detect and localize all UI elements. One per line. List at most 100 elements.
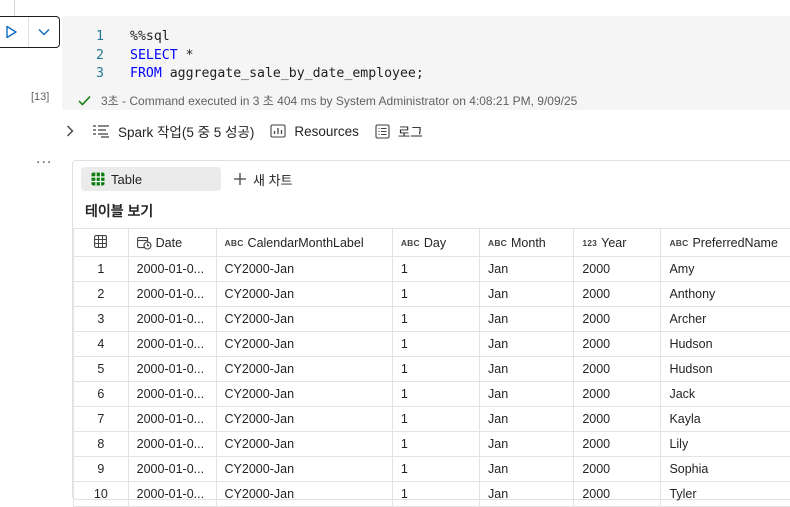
table-cell[interactable]: CY2000-Jan (216, 432, 392, 457)
column-header-day[interactable]: ABCDay (392, 229, 479, 257)
row-index[interactable]: 1 (74, 257, 129, 282)
row-index[interactable]: 10 (74, 482, 129, 507)
table-cell[interactable]: Tyler (661, 482, 790, 507)
table-cell[interactable]: 2000-01-0... (128, 307, 216, 332)
table-cell[interactable]: 2000 (574, 332, 661, 357)
table-cell[interactable]: 1 (392, 457, 479, 482)
table-cell[interactable]: 1 (392, 307, 479, 332)
table-cell[interactable]: 1 (392, 482, 479, 507)
table-row[interactable]: 42000-01-0...CY2000-Jan1Jan2000Hudson (74, 332, 790, 357)
table-cell[interactable]: 2000-01-0... (128, 257, 216, 282)
table-cell[interactable]: CY2000-Jan (216, 282, 392, 307)
run-options-button[interactable] (29, 17, 59, 47)
table-cell[interactable]: 2000 (574, 432, 661, 457)
column-header-year[interactable]: 123Year (574, 229, 661, 257)
table-cell[interactable]: CY2000-Jan (216, 357, 392, 382)
table-cell[interactable]: CY2000-Jan (216, 457, 392, 482)
row-index[interactable]: 9 (74, 457, 129, 482)
table-cell[interactable]: 2000 (574, 282, 661, 307)
select-all-header[interactable] (74, 229, 129, 257)
table-row[interactable]: 52000-01-0...CY2000-Jan1Jan2000Hudson (74, 357, 790, 382)
table-cell[interactable]: CY2000-Jan (216, 332, 392, 357)
table-cell[interactable]: 2000 (574, 257, 661, 282)
column-header-preferredname[interactable]: ABCPreferredName (661, 229, 790, 257)
table-cell[interactable]: 2000-01-0... (128, 482, 216, 507)
table-cell[interactable]: 2000-01-0... (128, 332, 216, 357)
row-index[interactable]: 2 (74, 282, 129, 307)
table-cell[interactable]: Sophia (661, 457, 790, 482)
table-row[interactable]: 92000-01-0...CY2000-Jan1Jan2000Sophia (74, 457, 790, 482)
table-cell[interactable]: Jan (480, 482, 574, 507)
table-cell[interactable]: CY2000-Jan (216, 307, 392, 332)
table-cell[interactable]: Hudson (661, 332, 790, 357)
table-cell[interactable]: CY2000-Jan (216, 482, 392, 507)
table-cell[interactable]: CY2000-Jan (216, 257, 392, 282)
row-index[interactable]: 8 (74, 432, 129, 457)
table-cell[interactable]: 2000-01-0... (128, 382, 216, 407)
table-cell[interactable]: 2000-01-0... (128, 282, 216, 307)
tab-table[interactable]: Table (81, 167, 221, 191)
row-index[interactable]: 7 (74, 407, 129, 432)
table-row[interactable]: 82000-01-0...CY2000-Jan1Jan2000Lily (74, 432, 790, 457)
table-cell[interactable]: 2000 (574, 307, 661, 332)
row-index[interactable]: 6 (74, 382, 129, 407)
more-options-button[interactable]: ... (36, 150, 52, 168)
table-cell[interactable]: Hudson (661, 357, 790, 382)
table-cell[interactable]: 1 (392, 432, 479, 457)
code-cell[interactable]: 1 %%sql 2 SELECT * 3 FROM aggregate_sale… (62, 16, 790, 110)
table-cell[interactable]: 1 (392, 407, 479, 432)
new-chart-button[interactable]: 새 차트 (233, 170, 293, 189)
table-cell[interactable]: 2000-01-0... (128, 432, 216, 457)
table-cell[interactable]: 1 (392, 357, 479, 382)
code-text: FROM aggregate_sale_by_date_employee; (130, 65, 424, 84)
table-row[interactable]: 72000-01-0...CY2000-Jan1Jan2000Kayla (74, 407, 790, 432)
table-row[interactable]: 62000-01-0...CY2000-Jan1Jan2000Jack (74, 382, 790, 407)
table-cell[interactable]: 1 (392, 282, 479, 307)
table-cell[interactable]: CY2000-Jan (216, 382, 392, 407)
table-cell[interactable]: Archer (661, 307, 790, 332)
table-cell[interactable]: Jan (480, 282, 574, 307)
row-index[interactable]: 3 (74, 307, 129, 332)
run-cell-button[interactable] (0, 17, 29, 47)
table-cell[interactable]: 1 (392, 332, 479, 357)
table-cell[interactable]: Jan (480, 357, 574, 382)
code-text: SELECT * (130, 47, 194, 66)
column-header-calendarmonthlabel[interactable]: ABCCalendarMonthLabel (216, 229, 392, 257)
table-cell[interactable]: Jan (480, 307, 574, 332)
table-cell[interactable]: Jan (480, 382, 574, 407)
table-row[interactable]: 102000-01-0...CY2000-Jan1Jan2000Tyler (74, 482, 790, 507)
table-cell[interactable]: 2000 (574, 357, 661, 382)
column-header-date[interactable]: Date (128, 229, 216, 257)
row-index[interactable]: 5 (74, 357, 129, 382)
resources-button[interactable]: Resources (270, 124, 359, 139)
chevron-right-icon[interactable] (66, 125, 74, 137)
table-cell[interactable]: Jan (480, 407, 574, 432)
table-cell[interactable]: Jack (661, 382, 790, 407)
table-cell[interactable]: 2000-01-0... (128, 357, 216, 382)
table-cell[interactable]: 1 (392, 382, 479, 407)
table-cell[interactable]: Jan (480, 457, 574, 482)
table-cell[interactable]: 2000-01-0... (128, 407, 216, 432)
spark-jobs-button[interactable]: Spark 작업(5 중 5 성공) (92, 121, 254, 141)
table-cell[interactable]: 1 (392, 257, 479, 282)
row-index[interactable]: 4 (74, 332, 129, 357)
table-cell[interactable]: 2000 (574, 482, 661, 507)
column-header-month[interactable]: ABCMonth (480, 229, 574, 257)
table-cell[interactable]: 2000-01-0... (128, 457, 216, 482)
table-cell[interactable]: 2000 (574, 407, 661, 432)
table-cell[interactable]: Jan (480, 332, 574, 357)
table-cell[interactable]: 2000 (574, 457, 661, 482)
table-cell[interactable]: Anthony (661, 282, 790, 307)
table-row[interactable]: 22000-01-0...CY2000-Jan1Jan2000Anthony (74, 282, 790, 307)
table-row[interactable]: 12000-01-0...CY2000-Jan1Jan2000Amy (74, 257, 790, 282)
table-row[interactable]: 32000-01-0...CY2000-Jan1Jan2000Archer (74, 307, 790, 332)
table-header-row: Date ABCCalendarMonthLabel ABCDay ABCMon… (74, 229, 790, 257)
log-button[interactable]: 로그 (375, 121, 423, 141)
table-cell[interactable]: Amy (661, 257, 790, 282)
table-cell[interactable]: Jan (480, 257, 574, 282)
table-cell[interactable]: Lily (661, 432, 790, 457)
table-cell[interactable]: 2000 (574, 382, 661, 407)
table-cell[interactable]: CY2000-Jan (216, 407, 392, 432)
table-cell[interactable]: Jan (480, 432, 574, 457)
table-cell[interactable]: Kayla (661, 407, 790, 432)
